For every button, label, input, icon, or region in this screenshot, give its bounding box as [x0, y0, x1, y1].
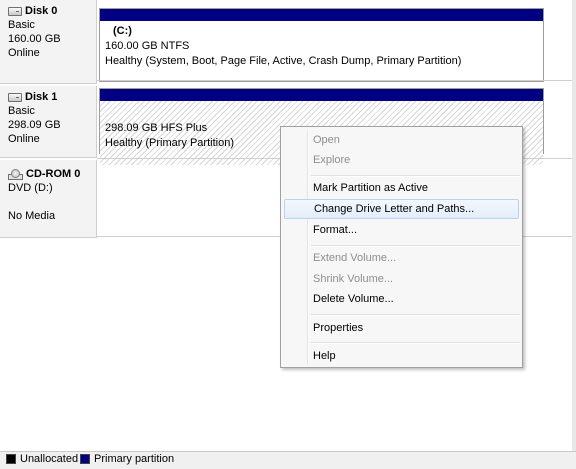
menu-separator [311, 342, 520, 344]
cdrom-0-label[interactable]: CD-ROM 0 DVD (D:) No Media [0, 160, 97, 238]
unallocated-swatch [6, 454, 16, 464]
vertical-scrollbar[interactable] [572, 0, 576, 451]
disk-size: 298.09 GB [8, 119, 61, 131]
primary-partition-bar [100, 9, 543, 21]
menu-item-extend-volume: Extend Volume... [313, 252, 397, 264]
menu-item-open: Open [313, 134, 340, 146]
disk-0-row: Disk 0 Basic 160.00 GB Online (C:) 160.0… [0, 0, 572, 84]
menu-item-change-drive-letter[interactable]: Change Drive Letter and Paths... [284, 199, 519, 219]
menu-separator [311, 314, 520, 316]
volume-health: Healthy (System, Boot, Page File, Active… [105, 55, 462, 67]
primary-swatch [80, 454, 90, 464]
menu-item-explore: Explore [313, 154, 351, 166]
legend-primary: Primary partition [80, 453, 174, 465]
disk-size: 160.00 GB [8, 33, 61, 45]
menu-item-delete-volume[interactable]: Delete Volume... [284, 289, 519, 309]
disk-1-label[interactable]: Disk 1 Basic 298.09 GB Online [0, 86, 97, 158]
menu-item-help[interactable]: Help [284, 346, 519, 366]
disk-type: Basic [8, 105, 35, 117]
menu-item-mark-active[interactable]: Mark Partition as Active [284, 178, 519, 198]
cd-drive-icon [8, 168, 23, 180]
hard-disk-icon [8, 92, 22, 102]
disk-name: Disk 1 [25, 91, 58, 103]
legend-label: Primary partition [94, 453, 175, 465]
disk-status: Online [8, 133, 40, 145]
menu-item-properties[interactable]: Properties [284, 318, 519, 338]
disk-status: Online [8, 47, 40, 59]
context-menu: Open Explore Mark Partition as Active Ch… [280, 126, 523, 368]
volume-c[interactable]: (C:) 160.00 GB NTFS Healthy (System, Boo… [99, 8, 544, 82]
legend-unallocated: Unallocated [6, 453, 78, 465]
disk-type: Basic [8, 19, 35, 31]
disk-type: DVD (D:) [8, 182, 53, 194]
disk-name: CD-ROM 0 [26, 168, 81, 180]
menu-item-shrink-volume: Shrink Volume... [313, 273, 394, 285]
volume-letter: (C:) [113, 25, 132, 37]
hard-disk-icon [8, 6, 22, 16]
menu-item-format[interactable]: Format... [284, 220, 519, 240]
disk-name: Disk 0 [25, 5, 58, 17]
menu-separator [311, 175, 520, 177]
disk-0-label[interactable]: Disk 0 Basic 160.00 GB Online [0, 0, 97, 84]
menu-separator [311, 245, 520, 247]
disk-status: No Media [8, 210, 56, 222]
primary-partition-bar [100, 89, 543, 101]
legend-label: Unallocated [20, 453, 79, 465]
volume-desc: 160.00 GB NTFS [105, 40, 190, 52]
legend-bar: Unallocated Primary partition [0, 451, 576, 469]
